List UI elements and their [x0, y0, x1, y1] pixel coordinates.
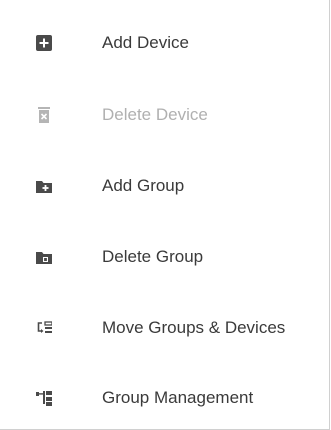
menu-item-label: Group Management: [102, 388, 254, 407]
menu-item-label: Delete Device: [102, 105, 208, 124]
menu-item-group-management[interactable]: Group Management: [0, 376, 329, 420]
move-icon: [36, 320, 53, 336]
context-menu: Add Device Delete Device Add Group Delet…: [0, 0, 330, 430]
menu-item-add-group[interactable]: Add Group: [0, 164, 329, 208]
menu-item-delete-device[interactable]: Delete Device: [0, 93, 329, 137]
delete-group-icon: [36, 249, 52, 265]
add-group-icon: [36, 178, 52, 194]
delete-device-icon: [36, 107, 52, 123]
menu-item-label: Move Groups & Devices: [102, 318, 286, 337]
group-management-icon: [36, 390, 52, 406]
menu-item-label: Add Device: [102, 33, 189, 52]
menu-item-add-device[interactable]: Add Device: [0, 21, 329, 65]
menu-item-label: Add Group: [102, 176, 185, 195]
menu-item-delete-group[interactable]: Delete Group: [0, 235, 329, 279]
menu-item-move-groups-devices[interactable]: Move Groups & Devices: [0, 306, 329, 350]
menu-item-label: Delete Group: [102, 247, 204, 266]
add-device-icon: [36, 35, 52, 51]
